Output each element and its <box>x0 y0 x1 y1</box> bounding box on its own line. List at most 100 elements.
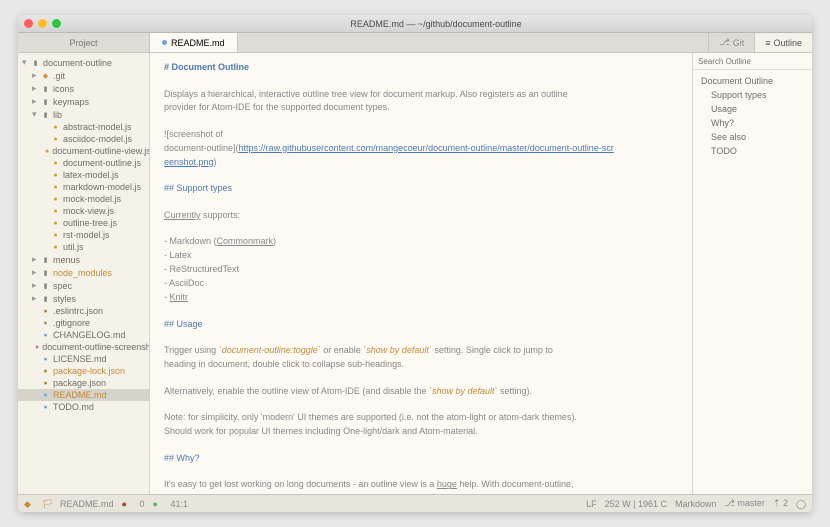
chevron-icon: ▸ <box>32 293 38 304</box>
outline-item[interactable]: See also <box>693 130 812 144</box>
close-icon[interactable] <box>24 19 33 28</box>
tree-label: node_modules <box>53 268 112 278</box>
tree-item[interactable]: ●document-outline-view.js <box>18 145 149 157</box>
tree-label: document-outline <box>43 58 112 68</box>
status-issues[interactable]: 0 <box>140 499 145 509</box>
status-lang[interactable]: Markdown <box>675 499 717 509</box>
file-icon: ● <box>51 243 60 252</box>
tree-item[interactable]: ▸▮menus <box>18 253 149 266</box>
editor-line: # Document Outline <box>164 61 678 75</box>
tree-item[interactable]: ▸▮icons <box>18 82 149 95</box>
tree-label: outline-tree.js <box>63 218 117 228</box>
tree-item[interactable]: ▸◆.git <box>18 69 149 82</box>
status-diff[interactable]: ⇡ 2 <box>773 498 788 509</box>
outline-item[interactable]: Usage <box>693 102 812 116</box>
editor-line: - ReStructuredText <box>164 263 678 277</box>
tree-item[interactable]: ●.gitignore <box>18 317 149 329</box>
status-branch[interactable]: ⎇ master <box>725 498 765 509</box>
tree-item[interactable]: ●README.md <box>18 389 149 401</box>
outline-item[interactable]: TODO <box>693 144 812 158</box>
tree-item[interactable]: ●markdown-model.js <box>18 181 149 193</box>
tab-readme[interactable]: README.md <box>150 33 238 52</box>
tree-label: spec <box>53 281 72 291</box>
status-cursor[interactable]: 41:1 <box>171 499 189 509</box>
status-file[interactable]: README.md <box>60 499 114 509</box>
tree-label: TODO.md <box>53 402 94 412</box>
maximize-icon[interactable] <box>52 19 61 28</box>
outline-search-input[interactable] <box>698 57 807 66</box>
tree-label: document-outline-view.js <box>52 146 150 156</box>
tree-item[interactable]: ▸▮spec <box>18 279 149 292</box>
status-lf[interactable]: LF <box>586 499 597 509</box>
tab-label: README.md <box>171 38 225 48</box>
chevron-icon: ▸ <box>32 70 38 81</box>
file-icon: ● <box>51 159 60 168</box>
tree-item[interactable]: ●latex-model.js <box>18 169 149 181</box>
editor-line: Currently supports: <box>164 209 678 223</box>
outline-panel-button[interactable]: ≡ Outline <box>754 33 812 52</box>
tree-label: latex-model.js <box>63 170 119 180</box>
tree-item[interactable]: ●rst-model.js <box>18 229 149 241</box>
editor-line: Note: for simplicity, only 'modern' UI t… <box>164 411 678 425</box>
tree-item[interactable]: ●CHANGELOG.md <box>18 329 149 341</box>
file-icon: ● <box>41 379 50 388</box>
outline-item[interactable]: Support types <box>693 88 812 102</box>
editor-line: - Latex <box>164 249 678 263</box>
file-icon: ● <box>41 367 50 376</box>
git-panel-button[interactable]: ⎇ Git <box>708 33 754 52</box>
tree-label: document-outline.js <box>63 158 141 168</box>
outline-item[interactable]: Why? <box>693 116 812 130</box>
file-icon: ● <box>51 195 60 204</box>
file-icon: ▮ <box>41 84 50 93</box>
tree-item[interactable]: ●LICENSE.md <box>18 353 149 365</box>
tree-item[interactable]: ●outline-tree.js <box>18 217 149 229</box>
tree-item[interactable]: ▾▮lib <box>18 108 149 121</box>
tree-item[interactable]: ●abstract-model.js <box>18 121 149 133</box>
tree-item[interactable]: ●TODO.md <box>18 401 149 413</box>
tree-label: .eslintrc.json <box>53 306 103 316</box>
tree-label: asciidoc-model.js <box>63 134 132 144</box>
tree-item[interactable]: ▾▮document-outline <box>18 56 149 69</box>
tree-item[interactable]: ●.eslintrc.json <box>18 305 149 317</box>
tree-item[interactable]: ●package-lock.json <box>18 365 149 377</box>
file-icon: ● <box>41 403 50 412</box>
file-icon: ▮ <box>41 110 50 119</box>
outline-list: Document OutlineSupport typesUsageWhy?Se… <box>693 70 812 162</box>
tab-bar: Project README.md ⎇ Git ≡ Outline <box>18 33 812 53</box>
file-icon: ▮ <box>41 97 50 106</box>
file-icon: ● <box>41 355 50 364</box>
tree-item[interactable]: ●asciidoc-model.js <box>18 133 149 145</box>
tree-item[interactable]: ●package.json <box>18 377 149 389</box>
tree-item[interactable]: ●util.js <box>18 241 149 253</box>
editor-line: ## Usage <box>164 318 678 332</box>
minimize-icon[interactable] <box>38 19 47 28</box>
project-tree[interactable]: ▾▮document-outline▸◆.git▸▮icons▸▮keymaps… <box>18 53 150 494</box>
chevron-icon: ▾ <box>32 109 38 120</box>
file-icon: ◆ <box>41 71 50 80</box>
chevron-icon: ▸ <box>32 254 38 265</box>
tree-item[interactable]: ▸▮styles <box>18 292 149 305</box>
flag-icon: 🏳 <box>42 499 52 509</box>
tree-item[interactable]: ●mock-view.js <box>18 205 149 217</box>
outline-item[interactable]: Document Outline <box>693 74 812 88</box>
file-icon: ● <box>51 183 60 192</box>
project-pane-title: Project <box>18 33 150 52</box>
tree-item[interactable]: ▸▮keymaps <box>18 95 149 108</box>
tree-item[interactable]: ●document-outline-screenshot.png <box>18 341 149 353</box>
chevron-icon: ▸ <box>32 267 38 278</box>
tree-item[interactable]: ▸▮node_modules <box>18 266 149 279</box>
status-size[interactable]: 252 W | 1961 C <box>605 499 667 509</box>
tree-item[interactable]: ●document-outline.js <box>18 157 149 169</box>
tree-item[interactable]: ●mock-model.js <box>18 193 149 205</box>
editor-area[interactable]: # Document OutlineDisplays a hierarchica… <box>150 53 692 494</box>
file-modified-icon <box>162 40 167 45</box>
chevron-icon: ▸ <box>32 83 38 94</box>
file-icon: ● <box>51 171 60 180</box>
window-title: README.md — ~/github/document-outline <box>66 19 806 29</box>
tree-label: menus <box>53 255 80 265</box>
file-icon: ● <box>35 343 39 352</box>
github-icon[interactable]: ◯ <box>796 499 806 509</box>
tree-label: styles <box>53 294 76 304</box>
tree-label: LICENSE.md <box>53 354 107 364</box>
chevron-icon: ▸ <box>32 96 38 107</box>
